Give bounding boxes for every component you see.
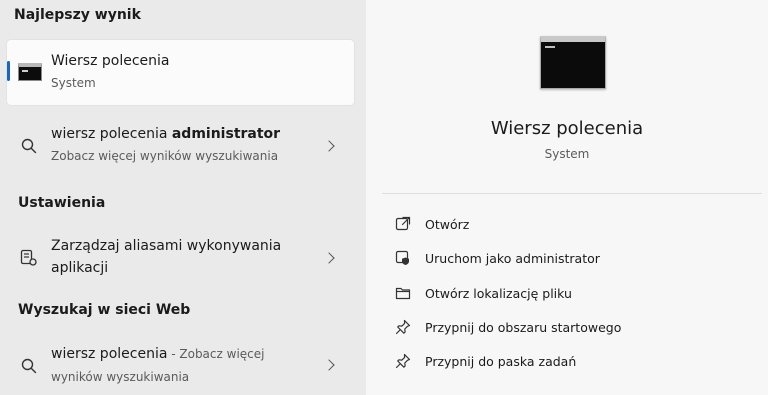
action-label: Uruchom jako administrator (425, 250, 600, 266)
web-query-suffix: - Zobacz więcej (167, 347, 265, 361)
action-label: Przypnij do paska zadań (425, 353, 577, 369)
shield-icon (395, 250, 409, 265)
pin-icon (395, 353, 411, 369)
action-open-file-location[interactable]: Otwórz lokalizację pliku (395, 280, 755, 306)
web-search-heading: Wyszukaj w sieci Web (18, 302, 191, 318)
open-icon (395, 216, 411, 231)
web-query-text: wiersz polecenia (51, 346, 168, 362)
action-label: Otwórz lokalizację pliku (425, 285, 572, 301)
app-alias-settings-icon (20, 249, 37, 266)
command-prompt-icon (18, 63, 42, 81)
search-suggestion-title: wiersz polecenia administrator (51, 126, 280, 142)
search-icon (21, 358, 37, 374)
action-pin-to-start[interactable]: Przypnij do obszaru startowego (395, 314, 755, 340)
folder-icon (395, 287, 411, 300)
app-subtitle: System (544, 147, 590, 161)
query-text: wiersz polecenia (51, 126, 172, 142)
action-label: Przypnij do obszaru startowego (425, 319, 622, 335)
best-match-subtitle: System (51, 76, 96, 90)
selection-indicator (7, 61, 10, 81)
web-search-subtitle: wyników wyszukiwania (51, 370, 190, 384)
action-open[interactable]: Otwórz (395, 211, 755, 237)
best-match-item[interactable] (7, 40, 354, 105)
pin-icon (395, 319, 411, 335)
app-title: Wiersz polecenia (490, 118, 644, 139)
best-match-heading: Najlepszy wynik (14, 7, 141, 23)
search-icon (21, 138, 37, 154)
divider (382, 193, 762, 194)
command-prompt-large-icon (540, 36, 606, 89)
query-completion: administrator (171, 126, 281, 142)
action-label: Otwórz (425, 216, 470, 232)
action-pin-to-taskbar[interactable]: Przypnij do paska zadań (395, 348, 755, 374)
best-match-title: Wiersz polecenia (51, 53, 170, 69)
web-search-title: wiersz polecenia - Zobacz więcej (51, 346, 264, 362)
settings-heading: Ustawienia (18, 195, 106, 211)
settings-item[interactable] (0, 228, 366, 286)
search-suggestion-subtitle: Zobacz więcej wyników wyszukiwania (51, 149, 279, 163)
settings-item-line1: Zarządzaj aliasami wykonywania (51, 238, 282, 254)
settings-item-line2: aplikacji (51, 260, 109, 276)
action-run-as-admin[interactable]: Uruchom jako administrator (395, 245, 755, 271)
search-results-panel: Najlepszy wynik Wiersz polecenia System … (0, 0, 366, 395)
